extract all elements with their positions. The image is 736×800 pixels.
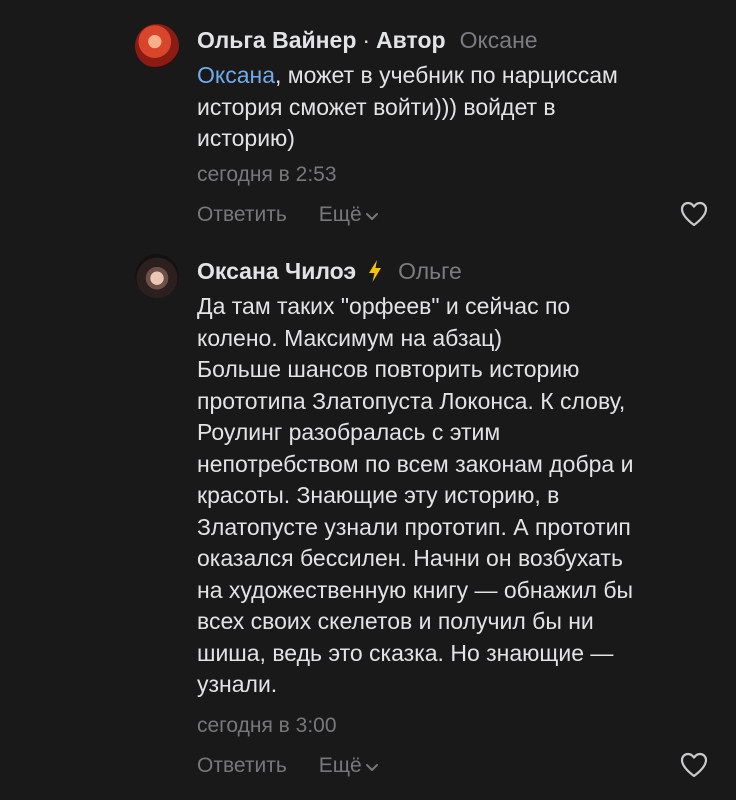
reply-button[interactable]: Ответить (197, 203, 287, 227)
comment-line: Оксана, может в учебник по нарциссам (197, 60, 717, 92)
comment-header: Ольга Вайнер · Автор Оксане (197, 24, 538, 56)
comment-line: непотребством по всем законам добра и (197, 450, 634, 477)
comment-timestamp[interactable]: сегодня в 3:00 (197, 714, 337, 738)
comment-line: Да там таких "орфеев" и сейчас по (197, 293, 571, 319)
comment-line: прототипа Златопуста Локонса. К слову, (197, 387, 626, 414)
reply-to-name[interactable]: Оксане (460, 27, 538, 54)
more-label: Ещё (318, 754, 362, 777)
avatar[interactable] (135, 254, 179, 298)
comment-actions: Ответить Ещё (197, 754, 379, 778)
comment-actions: Ответить Ещё (197, 203, 379, 227)
comment-line-text: , может в учебник по нарциссам (275, 62, 618, 88)
comment-text: Оксана, может в учебник по нарциссам ист… (197, 60, 717, 155)
more-button[interactable]: Ещё (319, 754, 379, 778)
chevron-down-icon (365, 212, 378, 220)
comment-timestamp[interactable]: сегодня в 2:53 (197, 163, 337, 187)
heart-outline-icon[interactable] (680, 201, 708, 227)
comment-line: колено. Максимум на абзац) (197, 324, 502, 351)
mention-link[interactable]: Оксана (197, 62, 275, 88)
comment-line: оказался бессилен. Начни он возбухать (197, 545, 623, 571)
comment-line: Роулинг разобралась с этим (197, 419, 501, 445)
separator: · (362, 26, 371, 53)
comment-line: Больше шансов повторить историю (197, 356, 580, 382)
author-name[interactable]: Оксана Чилоэ (197, 258, 356, 285)
comment-text: Да там таких "орфеев" и сейчас по колено… (197, 291, 717, 701)
lightning-bolt-icon (369, 260, 382, 282)
chevron-down-icon (365, 763, 378, 771)
comment-line: шиша, ведь это сказка. Но знающие — (197, 639, 614, 666)
comment-line: Златопусте узнали прототип. А прототип (197, 513, 631, 540)
author-badge: Автор (376, 26, 446, 53)
author-name[interactable]: Ольга Вайнер (197, 27, 356, 54)
comment-header: Оксана Чилоэ Ольге (197, 255, 462, 287)
comment-line: всех своих скелетов и получил бы ни (197, 608, 594, 634)
comment-line: история сможет войти))) войдет в (197, 93, 556, 120)
more-button[interactable]: Ещё (319, 203, 379, 227)
heart-outline-icon[interactable] (680, 752, 708, 778)
reply-to-name[interactable]: Ольге (398, 258, 462, 285)
comment-line: красоты. Знающие эту историю, в (197, 482, 560, 508)
comment-line: узнали. (197, 671, 278, 697)
avatar[interactable] (135, 24, 179, 68)
more-label: Ещё (318, 203, 362, 226)
reply-button[interactable]: Ответить (197, 754, 287, 778)
comment-line: историю) (197, 125, 295, 151)
comment-line: на художественную книгу — обнажил бы (197, 576, 634, 603)
